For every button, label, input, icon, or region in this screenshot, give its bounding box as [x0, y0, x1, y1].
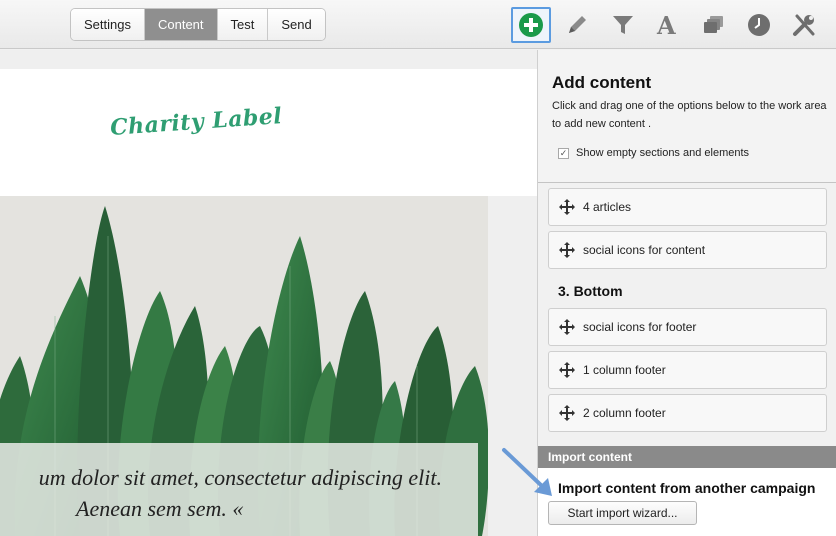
item-label: social icons for footer [583, 320, 697, 334]
import-section: Import content from another campaign Sta… [538, 468, 836, 536]
tools-button[interactable] [784, 7, 824, 43]
caption-line-2: Aenean sem sem. « [76, 496, 244, 521]
pencil-icon [569, 16, 586, 33]
hero-caption[interactable]: um dolor sit amet, consectetur adipiscin… [0, 443, 478, 536]
move-icon [559, 362, 575, 378]
view-tabs: Settings Content Test Send [70, 8, 326, 41]
font-icon: A [656, 12, 676, 38]
import-section-header: Import content [538, 446, 836, 468]
tab-content[interactable]: Content [144, 9, 218, 40]
content-item-4-articles[interactable]: 4 articles [548, 188, 827, 226]
work-area: Charity Label um dolor sit amet, consect… [0, 50, 537, 536]
item-label: 4 articles [583, 200, 632, 214]
edit-button[interactable] [557, 7, 597, 43]
item-label: 1 column footer [583, 363, 666, 377]
logo: Charity Label [109, 103, 283, 141]
item-label: social icons for content [583, 243, 706, 257]
import-title: Import content from another campaign [558, 480, 816, 496]
panel-header: Add content Click and drag one of the op… [538, 50, 836, 183]
pointer-arrow-icon [502, 448, 552, 496]
content-item-1-column-footer[interactable]: 1 column footer [548, 351, 827, 389]
start-import-wizard-button[interactable]: Start import wizard... [548, 501, 697, 525]
hero-image[interactable]: um dolor sit amet, consectetur adipiscin… [0, 196, 488, 536]
show-empty-toggle[interactable]: ✓ Show empty sections and elements [558, 147, 749, 159]
item-label: 2 column footer [583, 406, 666, 420]
layers-icon [704, 16, 723, 33]
content-item-social-icons-content[interactable]: social icons for content [548, 231, 827, 269]
tab-test[interactable]: Test [217, 9, 269, 40]
move-icon [559, 319, 575, 335]
section-title-bottom: 3. Bottom [558, 283, 623, 299]
caption-line-1: um dolor sit amet, consectetur adipiscin… [38, 465, 442, 490]
add-content-panel: Add content Click and drag one of the op… [537, 50, 836, 536]
show-empty-checkbox[interactable]: ✓ [558, 147, 569, 159]
move-icon [559, 405, 575, 421]
tab-send[interactable]: Send [268, 9, 325, 40]
top-toolbar: Settings Content Test Send A [0, 0, 836, 49]
tools-icon [793, 14, 815, 36]
move-icon [559, 199, 575, 215]
panel-title: Add content [552, 73, 652, 92]
clock-icon [748, 14, 770, 36]
content-item-2-column-footer[interactable]: 2 column footer [548, 394, 827, 432]
show-empty-label: Show empty sections and elements [576, 147, 750, 159]
add-content-button[interactable] [511, 7, 551, 43]
history-button[interactable] [739, 7, 779, 43]
tab-settings[interactable]: Settings [71, 9, 145, 40]
add-content-icon [519, 13, 543, 37]
filter-button[interactable] [603, 7, 643, 43]
font-button[interactable]: A [649, 7, 689, 43]
move-icon [559, 242, 575, 258]
layers-button[interactable] [694, 7, 734, 43]
email-header-block[interactable]: Charity Label [0, 69, 537, 196]
filter-icon [613, 16, 633, 34]
panel-description: Click and drag one of the options below … [552, 100, 827, 130]
svg-text:A: A [656, 12, 676, 38]
content-item-social-icons-footer[interactable]: social icons for footer [548, 308, 827, 346]
